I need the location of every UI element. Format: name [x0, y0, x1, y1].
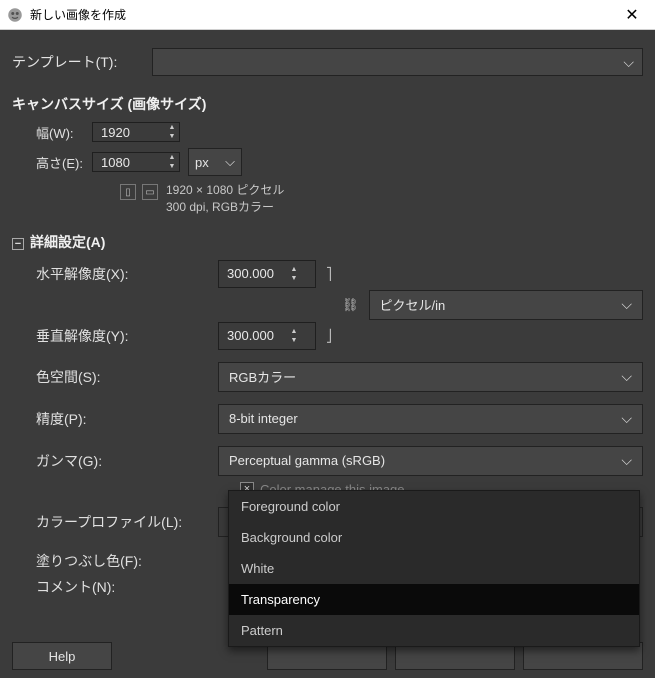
xres-input[interactable]: ▲▼	[218, 260, 316, 288]
chain-link-icon[interactable]: ⛓	[342, 297, 359, 313]
width-label: 幅(W):	[12, 123, 92, 142]
fill-option[interactable]: Foreground color	[229, 491, 639, 522]
colorspace-label: 色空間(S):	[12, 367, 218, 387]
yres-label: 垂直解像度(Y):	[12, 326, 218, 346]
chevron-down-icon: ⌵	[621, 368, 632, 385]
info-dpi: 300 dpi, RGBカラー	[166, 199, 284, 216]
chevron-down-icon: ⌵	[621, 452, 632, 469]
yres-spinner[interactable]: ▲▼	[287, 327, 301, 345]
link-bracket-bottom: ⎦	[316, 329, 342, 343]
app-icon	[6, 6, 24, 24]
fill-dropdown-popup: Foreground colorBackground colorWhiteTra…	[228, 490, 640, 647]
collapse-icon[interactable]: −	[12, 238, 24, 250]
info-dimensions: 1920 × 1080 ピクセル	[166, 182, 284, 199]
gamma-value: Perceptual gamma (sRGB)	[229, 453, 385, 468]
chevron-down-icon: ⌵	[621, 296, 632, 313]
precision-label: 精度(P):	[12, 409, 218, 429]
titlebar: 新しい画像を作成 ✕	[0, 0, 655, 30]
landscape-icon[interactable]: ▭	[142, 184, 158, 200]
chevron-down-icon: ⌵	[623, 54, 634, 71]
fill-label: 塗りつぶし色(F):	[12, 551, 218, 571]
canvas-size-header: キャンバスサイズ (画像サイズ)	[12, 94, 643, 114]
height-label: 高さ(E):	[12, 153, 92, 172]
canvas-info: ▯ ▭ 1920 × 1080 ピクセル 300 dpi, RGBカラー	[120, 182, 643, 216]
width-field[interactable]	[101, 125, 161, 140]
precision-select[interactable]: 8-bit integer ⌵	[218, 404, 643, 434]
height-input[interactable]: ▲▼	[92, 152, 180, 172]
height-spinner[interactable]: ▲▼	[165, 153, 179, 171]
height-field[interactable]	[101, 155, 161, 170]
window-title: 新しい画像を作成	[30, 6, 609, 23]
fill-option[interactable]: Background color	[229, 522, 639, 553]
resolution-unit-value: ピクセル/in	[380, 295, 446, 314]
link-bracket-top: ⎤	[316, 267, 342, 281]
width-input[interactable]: ▲▼	[92, 122, 180, 142]
xres-spinner[interactable]: ▲▼	[287, 265, 301, 283]
comment-label: コメント(N):	[12, 577, 218, 597]
chevron-down-icon: ⌵	[621, 410, 632, 427]
colorspace-select[interactable]: RGBカラー ⌵	[218, 362, 643, 392]
yres-input[interactable]: ▲▼	[218, 322, 316, 350]
unit-select[interactable]: px ⌵	[188, 148, 242, 176]
fill-option[interactable]: White	[229, 553, 639, 584]
width-spinner[interactable]: ▲▼	[165, 123, 179, 141]
gamma-label: ガンマ(G):	[12, 451, 218, 471]
gamma-select[interactable]: Perceptual gamma (sRGB) ⌵	[218, 446, 643, 476]
colorspace-value: RGBカラー	[229, 367, 296, 386]
xres-label: 水平解像度(X):	[12, 264, 218, 284]
colorprofile-label: カラープロファイル(L):	[12, 512, 218, 532]
chevron-down-icon: ⌵	[225, 154, 235, 170]
precision-value: 8-bit integer	[229, 411, 298, 426]
close-button[interactable]: ✕	[609, 0, 655, 30]
fill-option[interactable]: Transparency	[229, 584, 639, 615]
yres-field[interactable]	[227, 328, 283, 343]
help-button[interactable]: Help	[12, 642, 112, 670]
template-label: テンプレート(T):	[12, 52, 152, 72]
advanced-header: 詳細設定(A)	[30, 234, 105, 250]
fill-option[interactable]: Pattern	[229, 615, 639, 646]
unit-value: px	[195, 155, 209, 170]
xres-field[interactable]	[227, 266, 283, 281]
portrait-icon[interactable]: ▯	[120, 184, 136, 200]
template-dropdown[interactable]: ⌵	[152, 48, 643, 76]
resolution-unit-select[interactable]: ピクセル/in ⌵	[369, 290, 643, 320]
